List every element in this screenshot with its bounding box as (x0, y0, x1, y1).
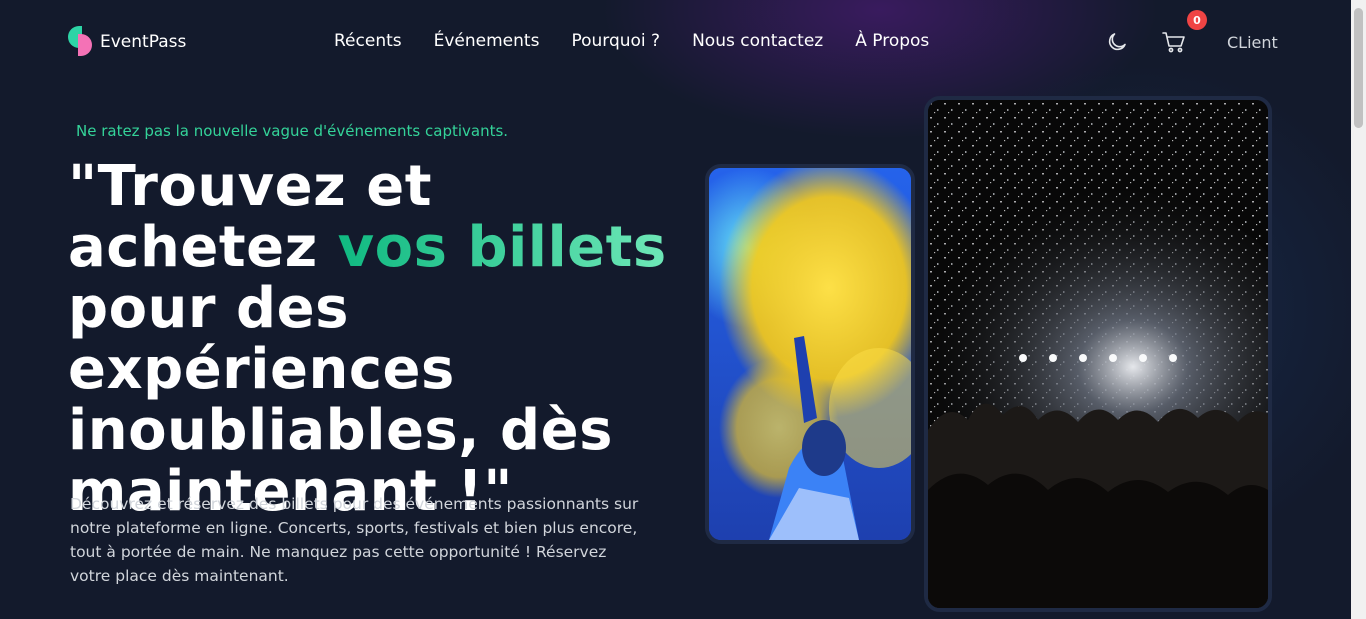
cart-icon[interactable] (1160, 28, 1188, 56)
nav-item-pourquoi[interactable]: Pourquoi ? (571, 31, 660, 51)
logo-icon (68, 26, 94, 58)
tablet-concert-image (924, 96, 1272, 612)
hero-title-highlight: vos billets (337, 215, 667, 280)
hero-title: "Trouvez et achetez vos billets pour des… (68, 156, 668, 522)
hero-tagline: Ne ratez pas la nouvelle vague d'événeme… (76, 122, 509, 140)
main-nav: Récents Événements Pourquoi ? Nous conta… (334, 31, 961, 51)
nav-item-contact[interactable]: Nous contactez (692, 31, 823, 51)
scrollbar-thumb[interactable] (1354, 8, 1363, 128)
brand-name: EventPass (100, 32, 187, 52)
hero-description: Découvrez et réservez des billets pour d… (70, 495, 639, 585)
page-scrollbar[interactable] (1351, 0, 1366, 619)
phone-festival-image (705, 164, 915, 544)
cart-count-badge: 0 (1187, 10, 1207, 30)
nav-item-evenements[interactable]: Événements (434, 31, 540, 51)
nav-item-a-propos[interactable]: À Propos (855, 31, 929, 51)
nav-item-recents[interactable]: Récents (334, 31, 402, 51)
hero-title-part2: pour des expériences inoubliables, dès m… (68, 276, 613, 524)
site-header: EventPass Récents Événements Pourquoi ? … (0, 0, 1351, 86)
user-menu[interactable]: CLient (1227, 33, 1278, 52)
brand-logo[interactable]: EventPass (68, 26, 186, 58)
moon-icon[interactable] (1105, 30, 1129, 54)
